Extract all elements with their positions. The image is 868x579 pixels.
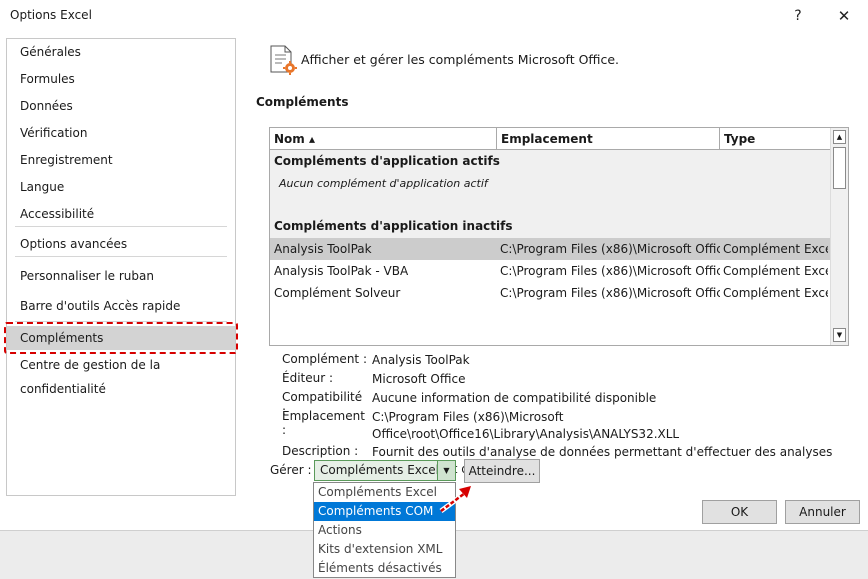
ok-button[interactable]: OK <box>702 500 777 524</box>
title-bar: Options Excel ? ✕ <box>0 0 868 32</box>
sidebar-item-centre-confidentialite[interactable]: Centre de gestion de la confidentialité <box>7 353 235 396</box>
sidebar-item-langue[interactable]: Langue <box>7 175 235 199</box>
list-header: Nom ▴ Emplacement Type <box>270 128 830 150</box>
column-header-name[interactable]: Nom ▴ <box>270 128 497 150</box>
sidebar-divider <box>15 321 227 322</box>
sidebar-item-personnaliser-ruban[interactable]: Personnaliser le ruban <box>7 264 235 288</box>
detail-value-emplacement: C:\Program Files (x86)\Microsoft Office\… <box>372 410 680 441</box>
section-title: Compléments <box>256 95 349 109</box>
detail-label-editeur: Éditeur : <box>282 371 334 385</box>
scroll-down-icon[interactable]: ▼ <box>833 328 846 342</box>
detail-label-complement: Complément : <box>282 352 367 366</box>
sidebar-item-formules[interactable]: Formules <box>7 67 235 91</box>
column-header-location[interactable]: Emplacement <box>497 128 720 150</box>
close-icon[interactable]: ✕ <box>832 4 856 28</box>
column-header-type[interactable]: Type <box>720 128 830 150</box>
list-row[interactable]: Analysis ToolPak C:\Program Files (x86)\… <box>270 238 830 260</box>
addins-gear-icon <box>270 45 297 75</box>
manage-dropdown[interactable]: Compléments Excel ▼ <box>314 460 456 481</box>
option-kits-extension-xml[interactable]: Kits d'extension XML <box>314 540 455 559</box>
detail-value-compatibilite: Aucune information de compatibilité disp… <box>372 391 657 405</box>
cancel-button[interactable]: Annuler <box>785 500 860 524</box>
detail-value-complement: Analysis ToolPak <box>372 353 470 367</box>
list-scrollbar[interactable]: ▲ ▼ <box>830 128 848 345</box>
option-elements-desactives[interactable]: Éléments désactivés <box>314 559 455 578</box>
scroll-up-icon[interactable]: ▲ <box>833 130 846 144</box>
detail-value-editeur: Microsoft Office <box>372 372 466 386</box>
chevron-down-icon[interactable]: ▼ <box>437 461 455 480</box>
sidebar-item-generales[interactable]: Générales <box>7 40 235 64</box>
list-body: Compléments d'application actifs Aucun c… <box>270 150 830 345</box>
row-name: Complément Solveur <box>274 286 401 300</box>
option-complements-excel[interactable]: Compléments Excel <box>314 483 455 502</box>
list-row[interactable]: Analysis ToolPak - VBA C:\Program Files … <box>270 260 830 282</box>
manage-options-list[interactable]: Compléments Excel Compléments COM Action… <box>313 482 456 578</box>
row-location: C:\Program Files (x86)\Microsoft Offic <box>500 264 720 278</box>
manage-selected-value: Compléments Excel <box>320 463 439 477</box>
row-name: Analysis ToolPak - VBA <box>274 264 409 278</box>
sidebar-item-barre-acces-rapide[interactable]: Barre d'outils Accès rapide <box>7 294 235 318</box>
addins-list[interactable]: Nom ▴ Emplacement Type Compléments d'app… <box>269 127 849 346</box>
row-location: C:\Program Files (x86)\Microsoft Offic <box>500 242 720 256</box>
row-type: Complément Excel <box>723 264 828 278</box>
row-name: Analysis ToolPak <box>274 242 372 256</box>
options-sidebar: Générales Formules Données Vérification … <box>4 38 238 496</box>
detail-label-emplacement: Emplacement : <box>282 409 365 437</box>
go-button[interactable]: Atteindre... <box>464 459 540 483</box>
option-complements-com[interactable]: Compléments COM <box>314 502 455 521</box>
sidebar-item-options-avancees[interactable]: Options avancées <box>7 232 235 256</box>
panel-heading: Afficher et gérer les compléments Micros… <box>301 52 620 67</box>
sidebar-item-verification[interactable]: Vérification <box>7 121 235 145</box>
empty-active-note: Aucun complément d'application actif <box>279 177 488 190</box>
sidebar-item-accessibilite[interactable]: Accessibilité <box>7 202 235 226</box>
window-title: Options Excel <box>10 8 92 22</box>
help-icon[interactable]: ? <box>786 4 810 28</box>
row-type: Complément Excel <box>723 242 828 256</box>
sidebar-item-complements[interactable]: Compléments <box>7 326 235 350</box>
detail-label-description: Description : <box>282 444 359 458</box>
scrollbar-thumb[interactable] <box>833 147 846 189</box>
list-row[interactable]: Complément Solveur C:\Program Files (x86… <box>270 282 830 304</box>
row-type: Complément Excel <box>723 286 828 300</box>
sidebar-divider <box>15 226 227 227</box>
excel-options-dialog: Options Excel ? ✕ Générales Formules Don… <box>0 0 868 531</box>
sidebar-item-donnees[interactable]: Données <box>7 94 235 118</box>
manage-label: Gérer : <box>270 463 312 477</box>
sidebar-item-enregistrement[interactable]: Enregistrement <box>7 148 235 172</box>
row-location: C:\Program Files (x86)\Microsoft Offic <box>500 286 720 300</box>
sidebar-divider <box>15 256 227 257</box>
annotation-arrow-icon <box>439 486 471 514</box>
option-actions[interactable]: Actions <box>314 521 455 540</box>
group-header-active: Compléments d'application actifs <box>274 154 500 168</box>
group-header-inactive: Compléments d'application inactifs <box>274 219 513 233</box>
